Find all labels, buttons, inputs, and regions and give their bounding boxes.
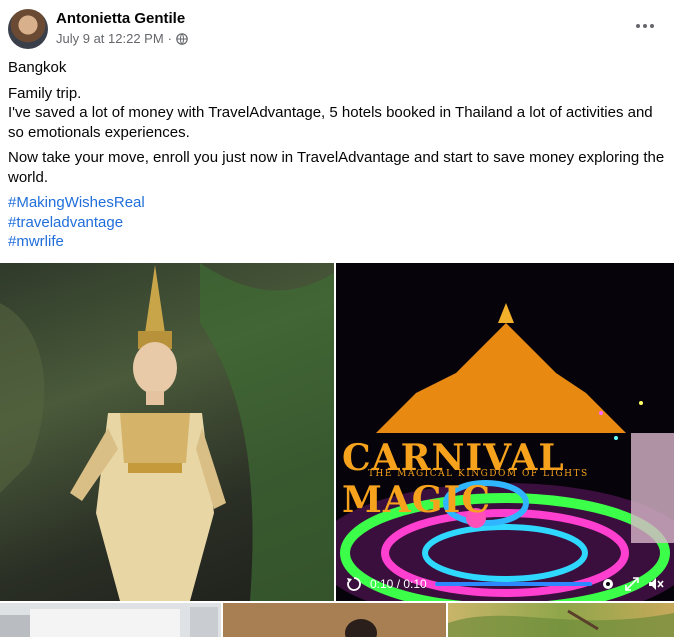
post-paragraph-2: Now take your move, enroll you just now … [8, 149, 665, 186]
post-text: Bangkok Family trip. I've saved a lot of… [8, 58, 668, 252]
photo-thumbnail-3[interactable] [0, 603, 221, 637]
more-options-button[interactable] [630, 14, 660, 38]
video-progress-fill [434, 582, 592, 586]
building-illustration [0, 607, 218, 637]
more-dot-icon [650, 24, 654, 28]
nature-illustration [448, 609, 674, 637]
globe-icon[interactable] [176, 32, 188, 45]
settings-icon[interactable] [600, 576, 616, 592]
replay-icon[interactable] [346, 576, 362, 592]
post-location: Bangkok [8, 59, 67, 76]
video-time: 0:10 / 0:10 [370, 577, 427, 591]
hashtag-link[interactable]: #MakingWishesReal [8, 193, 668, 213]
meta-separator: · [167, 31, 173, 46]
more-dot-icon [636, 24, 640, 28]
photo-dancer[interactable] [0, 263, 334, 601]
carnival-illustration [336, 303, 674, 601]
mute-icon[interactable] [648, 576, 664, 592]
fullscreen-icon[interactable] [624, 576, 640, 592]
dancer-illustration [0, 263, 334, 601]
post-paragraph-1: Family trip. I've saved a lot of money w… [8, 84, 653, 141]
video-controls: 0:10 / 0:10 [336, 567, 674, 601]
hashtag-link[interactable]: #traveladvantage [8, 213, 668, 233]
author-avatar[interactable] [8, 9, 48, 49]
more-dot-icon [643, 24, 647, 28]
video-carnival-magic[interactable]: CARNIVAL MAGIC THE MAGICAL KINGDOM OF LI… [336, 263, 674, 601]
person-illustration [223, 603, 446, 637]
carnival-sign-subtitle: THE MAGICAL KINGDOM OF LIGHTS [368, 469, 589, 479]
hashtag-list: #MakingWishesReal #traveladvantage #mwrl… [8, 193, 668, 252]
photo-thumbnail-4[interactable] [223, 603, 446, 637]
carnival-sign-title: CARNIVAL MAGIC [342, 437, 565, 521]
media-grid: CARNIVAL MAGIC THE MAGICAL KINGDOM OF LI… [0, 263, 674, 637]
post-timestamp[interactable]: July 9 at 12:22 PM [56, 31, 164, 46]
post-meta: July 9 at 12:22 PM · [56, 31, 188, 46]
author-name[interactable]: Antonietta Gentile [56, 10, 185, 27]
hashtag-link[interactable]: #mwrlife [8, 232, 668, 252]
video-progress-bar[interactable] [434, 582, 592, 586]
photo-thumbnail-5[interactable] [448, 603, 674, 637]
post-header: Antonietta Gentile July 9 at 12:22 PM · [0, 0, 674, 56]
